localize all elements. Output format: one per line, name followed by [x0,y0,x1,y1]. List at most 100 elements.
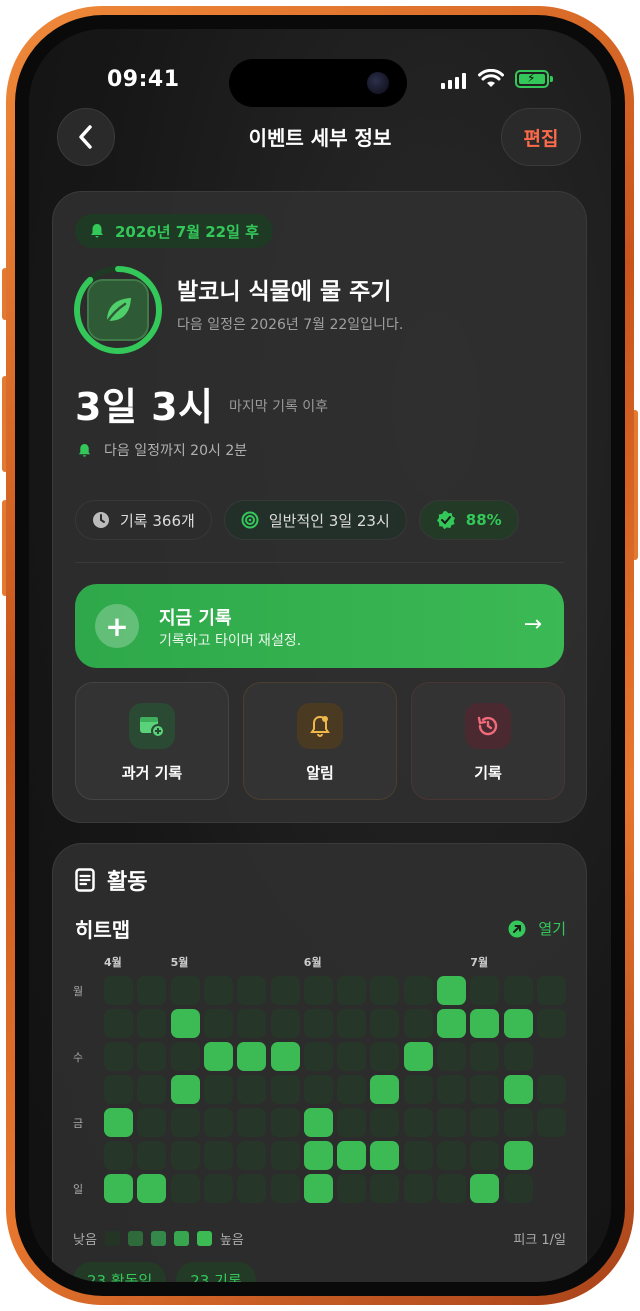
heatmap-cell[interactable] [237,1042,267,1071]
heatmap-cell[interactable] [503,1042,533,1071]
heatmap-cell[interactable] [303,1042,333,1071]
heatmap-cell[interactable] [137,1141,167,1170]
heatmap-cell[interactable] [437,976,466,1005]
heatmap-cell[interactable] [370,1174,400,1203]
heatmap-cell[interactable] [137,1174,167,1203]
heatmap-cell[interactable] [104,1141,133,1170]
heatmap-cell[interactable] [470,1141,500,1170]
heatmap-cell[interactable] [270,1108,300,1137]
heatmap-cell[interactable] [503,1174,533,1203]
heatmap-cell[interactable] [270,1174,300,1203]
heatmap-cell[interactable] [270,1042,300,1071]
heatmap-cell[interactable] [237,1009,267,1038]
heatmap-cell[interactable] [403,1174,433,1203]
open-heatmap-link[interactable]: 열기 [508,918,566,939]
heatmap-cell[interactable] [303,1009,333,1038]
heatmap-cell[interactable] [337,1075,367,1104]
heatmap-cell[interactable] [437,1009,466,1038]
heatmap-cell[interactable] [237,976,267,1005]
heatmap-cell[interactable] [137,1108,167,1137]
heatmap-cell[interactable] [104,1009,133,1038]
heatmap-cell[interactable] [337,976,367,1005]
heatmap-cell[interactable] [104,1042,133,1071]
heatmap-cell[interactable] [536,1108,566,1137]
heatmap-cell[interactable] [337,1042,367,1071]
heatmap-cell[interactable] [270,1075,300,1104]
typical-interval-chip[interactable]: 일반적인 3일 23시 [223,500,407,540]
heatmap-cell[interactable] [137,1075,167,1104]
heatmap-cell[interactable] [437,1042,466,1071]
heatmap-cell[interactable] [503,1141,533,1170]
heatmap-cell[interactable] [104,976,133,1005]
heatmap-cell[interactable] [403,1075,433,1104]
records-chip[interactable]: 기록 366개 [75,500,212,540]
heatmap-cell[interactable] [237,1108,267,1137]
heatmap-cell[interactable] [503,976,533,1005]
heatmap-cell[interactable] [170,1174,200,1203]
heatmap-cell[interactable] [170,976,200,1005]
heatmap-cell[interactable] [203,1009,233,1038]
heatmap-cell[interactable] [203,1075,233,1104]
heatmap-cell[interactable] [137,1042,167,1071]
heatmap-cell[interactable] [503,1108,533,1137]
log-now-button[interactable]: + 지금 기록 기록하고 타이머 재설정. → [75,584,564,668]
heatmap-cell[interactable] [203,976,233,1005]
heatmap-cell[interactable] [203,1141,233,1170]
heatmap-cell[interactable] [137,976,167,1005]
heatmap-cell[interactable] [170,1042,200,1071]
heatmap-cell[interactable] [337,1009,367,1038]
heatmap-cell[interactable] [170,1108,200,1137]
heatmap-cell[interactable] [237,1174,267,1203]
heatmap-cell[interactable] [303,1174,333,1203]
heatmap-cell[interactable] [403,1108,433,1137]
heatmap-cell[interactable] [470,1075,500,1104]
heatmap-cell[interactable] [170,1009,200,1038]
heatmap-cell[interactable] [536,1009,566,1038]
past-record-tile[interactable]: 과거 기록 [75,682,229,800]
heatmap-cell[interactable] [370,976,400,1005]
heatmap-cell[interactable] [437,1174,466,1203]
heatmap-cell[interactable] [503,1075,533,1104]
heatmap-cell[interactable] [536,976,566,1005]
heatmap-cell[interactable] [536,1075,566,1104]
heatmap-cell[interactable] [104,1174,133,1203]
heatmap-cell[interactable] [370,1009,400,1038]
heatmap-cell[interactable] [237,1141,267,1170]
heatmap-cell[interactable] [303,1108,333,1137]
heatmap-cell[interactable] [170,1141,200,1170]
heatmap-cell[interactable] [137,1009,167,1038]
heatmap-cell[interactable] [470,1042,500,1071]
heatmap-cell[interactable] [470,1009,500,1038]
heatmap-cell[interactable] [203,1174,233,1203]
heatmap-cell[interactable] [303,976,333,1005]
heatmap-cell[interactable] [403,1042,433,1071]
heatmap-cell[interactable] [370,1042,400,1071]
heatmap-cell[interactable] [170,1075,200,1104]
heatmap-cell[interactable] [104,1108,133,1137]
heatmap-cell[interactable] [470,1174,500,1203]
heatmap-cell[interactable] [270,1141,300,1170]
heatmap-cell[interactable] [270,976,300,1005]
heatmap-cell[interactable] [104,1075,133,1104]
heatmap-cell[interactable] [437,1075,466,1104]
heatmap-cell[interactable] [303,1141,333,1170]
heatmap-cell[interactable] [370,1108,400,1137]
heatmap-cell[interactable] [470,976,500,1005]
on-time-rate-chip[interactable]: 88% [418,500,519,540]
heatmap-cell[interactable] [337,1174,367,1203]
heatmap-cell[interactable] [437,1141,466,1170]
heatmap-cell[interactable] [470,1108,500,1137]
heatmap-cell[interactable] [270,1009,300,1038]
heatmap-cell[interactable] [203,1108,233,1137]
heatmap-cell[interactable] [503,1009,533,1038]
heatmap-cell[interactable] [437,1108,466,1137]
heatmap-cell[interactable] [370,1141,400,1170]
heatmap-cell[interactable] [403,976,433,1005]
heatmap-cell[interactable] [337,1141,367,1170]
heatmap-cell[interactable] [337,1108,367,1137]
heatmap-cell[interactable] [303,1075,333,1104]
edit-button[interactable]: 편집 [501,108,581,166]
history-tile[interactable]: 기록 [411,682,565,800]
heatmap-cell[interactable] [403,1141,433,1170]
heatmap-cell[interactable] [203,1042,233,1071]
